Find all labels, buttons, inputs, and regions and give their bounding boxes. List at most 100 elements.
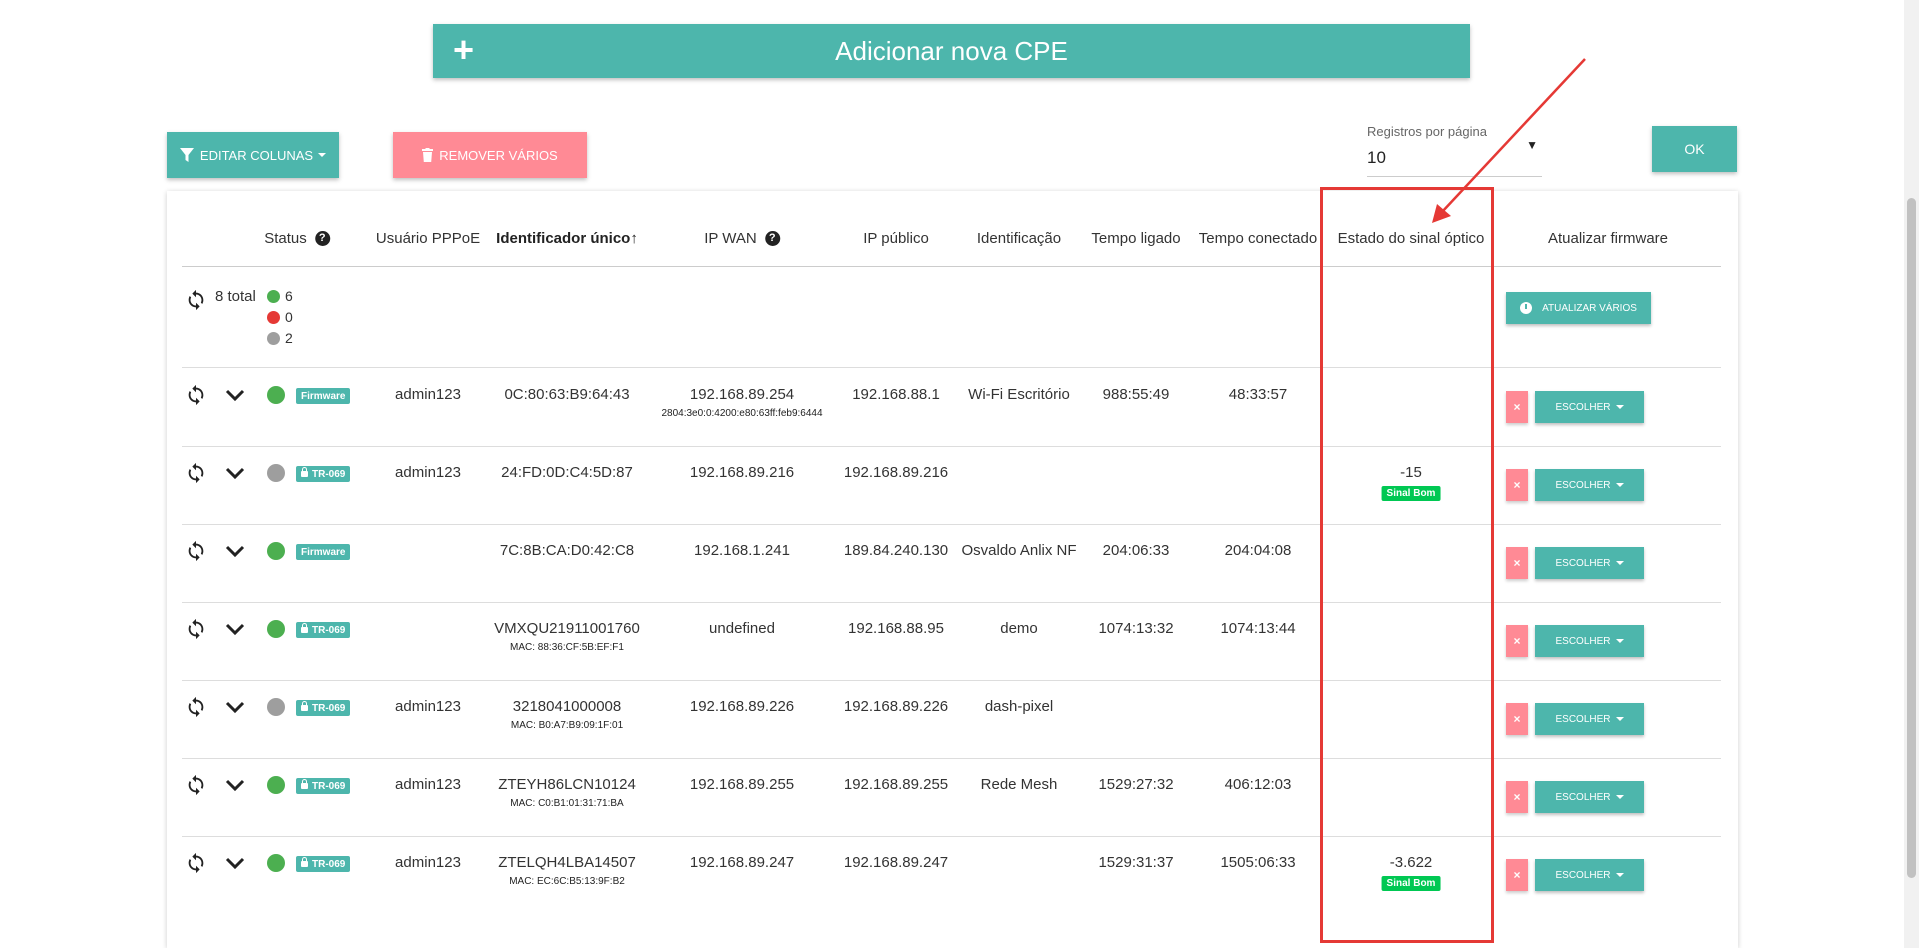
sync-icon[interactable]	[185, 462, 207, 484]
sync-all-icon[interactable]	[185, 289, 207, 311]
uptime-cell: 1074:13:32	[1098, 620, 1174, 637]
public-ip-cell: 192.168.88.95	[848, 620, 944, 637]
sync-icon[interactable]	[185, 384, 207, 406]
choose-firmware-button[interactable]: ESCOLHER	[1535, 625, 1644, 657]
column-header-unique-id[interactable]: Identificador único↑	[496, 230, 638, 247]
column-header-status[interactable]: Status ?	[264, 230, 330, 247]
sync-icon[interactable]	[185, 618, 207, 640]
update-many-label: ATUALIZAR VÁRIOS	[1542, 302, 1637, 314]
per-page-select[interactable]: Registros por página 10 ▼	[1367, 122, 1542, 177]
column-header-connected-time[interactable]: Tempo conectado	[1199, 230, 1317, 247]
sync-icon[interactable]	[185, 696, 207, 718]
uptime-cell: 988:55:49	[1102, 386, 1170, 403]
cancel-firmware-button[interactable]: ×	[1506, 859, 1528, 891]
wan-ip-cell: 192.168.89.216	[689, 464, 795, 481]
lock-icon	[301, 467, 308, 477]
badge-label: TR-069	[312, 468, 346, 480]
caret-down-icon	[1615, 873, 1624, 877]
row-divider	[182, 602, 1721, 603]
identification-cell: demo	[1000, 620, 1038, 637]
status-header-label: Status	[264, 230, 307, 247]
wan-ip-cell: 192.168.89.254	[689, 386, 795, 403]
connected-time-cell: 406:12:03	[1224, 776, 1292, 793]
column-header-update-firmware[interactable]: Atualizar firmware	[1548, 230, 1668, 247]
tr069-badge: TR-069	[296, 778, 351, 794]
column-header-identification[interactable]: Identificação	[977, 230, 1061, 247]
column-header-optical-signal[interactable]: Estado do sinal óptico	[1338, 230, 1485, 247]
cancel-firmware-button[interactable]: ×	[1506, 391, 1528, 423]
connected-time-cell: 1505:06:33	[1220, 854, 1296, 871]
choose-firmware-button[interactable]: ESCOLHER	[1535, 859, 1644, 891]
column-header-uptime[interactable]: Tempo ligado	[1091, 230, 1180, 247]
column-header-wan-ip[interactable]: IP WAN ?	[704, 230, 780, 247]
choose-firmware-button[interactable]: ESCOLHER	[1535, 703, 1644, 735]
chevron-down-icon[interactable]	[225, 389, 245, 403]
chevron-down-icon[interactable]	[225, 545, 245, 559]
chevron-down-icon[interactable]	[225, 701, 245, 715]
plus-icon: +	[453, 29, 475, 70]
lock-icon	[301, 857, 308, 867]
remove-many-button[interactable]: REMOVER VÁRIOS	[393, 132, 587, 178]
row-divider	[182, 446, 1721, 447]
choose-firmware-button[interactable]: ESCOLHER	[1535, 781, 1644, 813]
cancel-firmware-button[interactable]: ×	[1506, 781, 1528, 813]
sync-icon[interactable]	[185, 852, 207, 874]
filter-icon	[179, 147, 194, 162]
page-scrollbar-thumb[interactable]	[1907, 198, 1916, 878]
clock-icon	[1520, 302, 1533, 314]
cancel-firmware-button[interactable]: ×	[1506, 703, 1528, 735]
chevron-down-icon[interactable]	[225, 779, 245, 793]
sync-icon[interactable]	[185, 540, 207, 562]
row-divider	[182, 680, 1721, 681]
lock-icon	[301, 623, 308, 633]
ok-button[interactable]: OK	[1652, 126, 1737, 172]
sync-icon[interactable]	[185, 774, 207, 796]
public-ip-cell: 192.168.89.216	[843, 464, 949, 481]
pppoe-user-cell: admin123	[395, 698, 461, 715]
column-header-public-ip[interactable]: IP público	[863, 230, 929, 247]
choose-firmware-button[interactable]: ESCOLHER	[1535, 469, 1644, 501]
status-dot	[267, 464, 285, 482]
choose-label: ESCOLHER	[1555, 479, 1611, 491]
mac-address-cell: MAC: EC:6C:B5:13:9F:B2	[509, 876, 625, 887]
chevron-down-icon[interactable]	[225, 857, 245, 871]
caret-down-icon	[1615, 795, 1624, 799]
unique-id-cell: ZTELQH4LBA14507	[498, 854, 636, 871]
choose-label: ESCOLHER	[1555, 635, 1611, 647]
tr069-badge: TR-069	[296, 466, 351, 482]
help-icon[interactable]: ?	[764, 231, 780, 246]
choose-label: ESCOLHER	[1555, 869, 1611, 881]
column-header-pppoe-user[interactable]: Usuário PPPoE	[376, 230, 480, 247]
badge-label: TR-069	[312, 780, 346, 792]
choose-firmware-button[interactable]: ESCOLHER	[1535, 547, 1644, 579]
cancel-firmware-button[interactable]: ×	[1506, 469, 1528, 501]
unknown-count: 2	[285, 330, 293, 346]
edit-columns-button[interactable]: EDITAR COLUNAS	[167, 132, 339, 178]
dropdown-arrow-icon: ▼	[1526, 138, 1538, 152]
status-dot	[267, 542, 285, 560]
choose-label: ESCOLHER	[1555, 713, 1611, 725]
edit-columns-label: EDITAR COLUNAS	[199, 147, 314, 163]
badge-label: TR-069	[312, 702, 346, 714]
help-icon[interactable]: ?	[314, 231, 330, 246]
connected-time-cell: 48:33:57	[1228, 386, 1288, 403]
add-cpe-button[interactable]: + Adicionar nova CPE	[433, 24, 1470, 78]
optical-signal-value: -3.622	[1389, 854, 1433, 871]
trash-icon	[422, 148, 434, 162]
caret-down-icon	[1615, 405, 1624, 409]
cancel-firmware-button[interactable]: ×	[1506, 625, 1528, 657]
firmware-badge: Firmware	[296, 544, 351, 560]
identification-cell: Osvaldo Anlix NF	[961, 542, 1077, 559]
chevron-down-icon[interactable]	[225, 467, 245, 481]
lock-icon	[301, 779, 308, 789]
connected-time-cell: 1074:13:44	[1220, 620, 1296, 637]
remove-many-label: REMOVER VÁRIOS	[439, 147, 558, 163]
choose-label: ESCOLHER	[1555, 401, 1611, 413]
optical-signal-value: -15	[1400, 464, 1422, 481]
cancel-firmware-button[interactable]: ×	[1506, 547, 1528, 579]
choose-firmware-button[interactable]: ESCOLHER	[1535, 391, 1644, 423]
unique-id-cell: VMXQU21911001760	[494, 620, 640, 637]
chevron-down-icon[interactable]	[225, 623, 245, 637]
badge-label: Firmware	[301, 390, 346, 402]
update-many-button[interactable]: ATUALIZAR VÁRIOS	[1506, 292, 1651, 324]
